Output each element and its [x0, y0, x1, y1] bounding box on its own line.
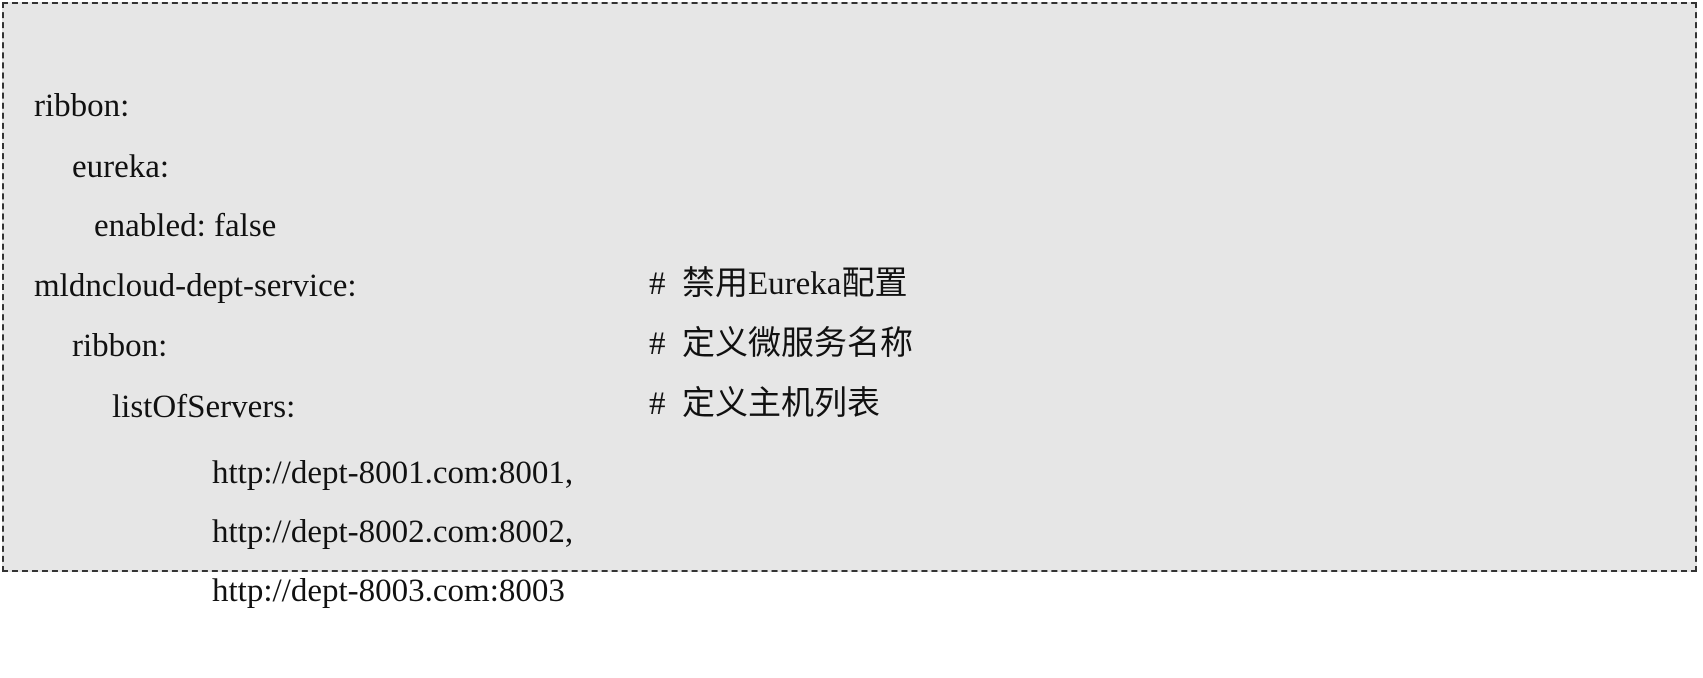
- code-line: http://dept-8001.com:8001,: [4, 386, 573, 491]
- code-text: mldncloud-dept-service:: [34, 268, 357, 304]
- code-line: http://dept-8003.com:8003: [4, 504, 565, 609]
- code-line: listOfServers:: [4, 320, 295, 425]
- code-text: ribbon:: [34, 88, 130, 124]
- code-text: enabled: false: [94, 208, 277, 244]
- code-line: enabled: false # 禁用Eureka配置: [4, 139, 907, 302]
- code-line: http://dept-8002.com:8002,: [4, 445, 573, 550]
- code-text: http://dept-8001.com:8001,: [212, 455, 574, 491]
- code-line: ribbon: # 定义主机列表: [4, 259, 880, 422]
- code-comment: # 定义微服务名称: [649, 326, 913, 362]
- code-text: ribbon:: [72, 328, 168, 364]
- code-block: ribbon: eureka: enabled: false # 禁用Eurek…: [2, 2, 1697, 609]
- code-line: ribbon:: [4, 19, 129, 124]
- code-text: eureka:: [72, 149, 170, 185]
- code-line: mldncloud-dept-service: # 定义微服务名称: [4, 199, 913, 362]
- code-line: eureka:: [4, 80, 169, 185]
- code-comment: # 定义主机列表: [649, 386, 880, 422]
- code-text: http://dept-8003.com:8003: [212, 573, 565, 609]
- code-comment: # 禁用Eureka配置: [649, 266, 908, 302]
- code-text: http://dept-8002.com:8002,: [212, 514, 574, 550]
- code-text: listOfServers:: [112, 389, 296, 425]
